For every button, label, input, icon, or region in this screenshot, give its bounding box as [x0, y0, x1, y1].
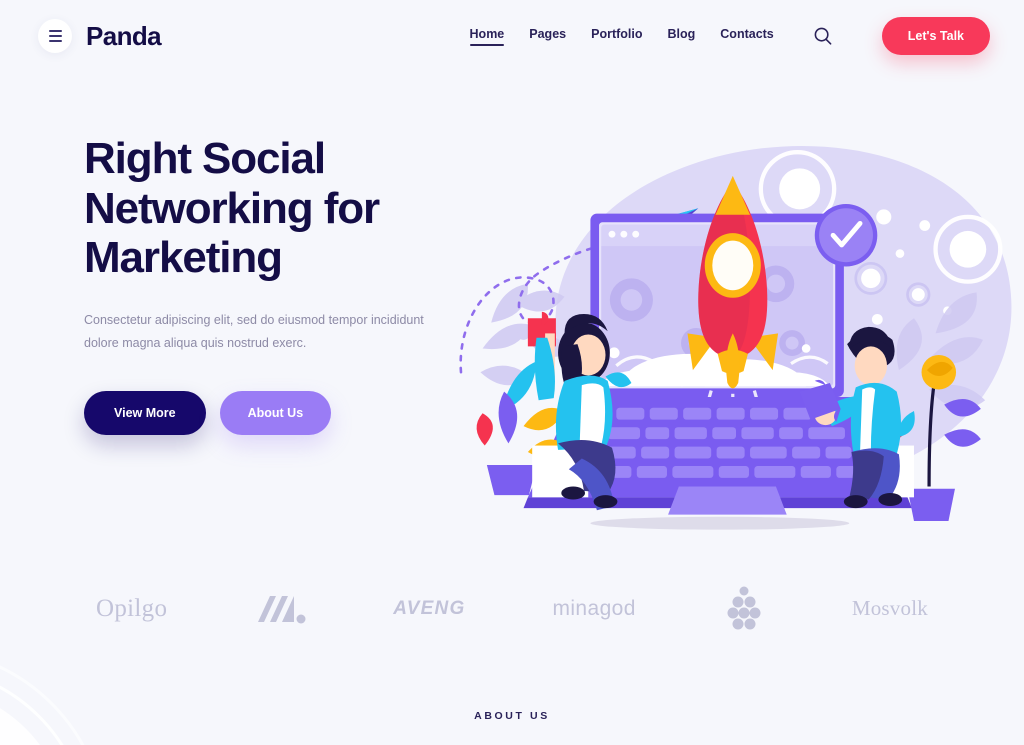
laptop-trackpad — [668, 486, 787, 515]
dot-cluster-icon — [727, 586, 761, 630]
shoe — [843, 495, 868, 509]
about-us-eyebrow: ABOUT US — [474, 709, 550, 722]
hamburger-bar — [48, 40, 62, 42]
tshirt — [850, 382, 902, 455]
hamburger-bar — [48, 30, 62, 32]
shoe — [561, 486, 586, 500]
hero-copy: Right Social Networking for Marketing Co… — [0, 134, 430, 436]
face — [854, 346, 888, 386]
hero-section: Right Social Networking for Marketing Co… — [0, 72, 1024, 532]
plant-pot-left — [486, 464, 537, 496]
hero-actions: View More About Us — [84, 391, 430, 436]
lets-talk-button[interactable]: Let's Talk — [881, 17, 990, 55]
check-badge-icon — [814, 203, 878, 267]
shirt — [579, 383, 606, 446]
client-logo-m-mark[interactable] — [254, 586, 306, 632]
brand-area: Panda — [38, 19, 162, 53]
view-more-button[interactable]: View More — [84, 391, 206, 436]
client-logo-opilgo[interactable]: Opilgo — [96, 586, 167, 632]
nav-item-blog[interactable]: Blog — [668, 27, 696, 45]
client-logo-minagod[interactable]: minagod — [552, 586, 635, 632]
client-logo-aveng[interactable]: AVENG — [393, 586, 465, 632]
nav-item-pages[interactable]: Pages — [529, 27, 566, 45]
client-logo-mosvolk[interactable]: Mosvolk — [852, 586, 928, 632]
rocket-launch-laptop-illustration — [420, 122, 1024, 532]
about-us-button[interactable]: About Us — [219, 391, 332, 436]
main-navigation: Home Pages Portfolio Blog Contacts Let's… — [469, 17, 990, 55]
client-logo-dot-cluster[interactable] — [723, 586, 765, 632]
hero-subtitle: Consectetur adipiscing elit, sed do eius… — [84, 313, 424, 351]
shoe — [878, 493, 903, 506]
client-logo-strip: Opilgo AVENG minagod Mosvolk — [0, 586, 1024, 632]
about-us-section: ABOUT US — [0, 710, 1024, 722]
site-header: Panda Home Pages Portfolio Blog Contacts… — [0, 0, 1024, 72]
nav-item-portfolio[interactable]: Portfolio — [591, 27, 642, 45]
hamburger-icon[interactable] — [38, 19, 72, 53]
plant-pot-right — [907, 488, 955, 522]
laptop-shadow — [590, 516, 850, 530]
shoe — [593, 495, 618, 509]
search-icon[interactable] — [809, 22, 837, 50]
nav-item-contacts[interactable]: Contacts — [720, 27, 773, 45]
m-mark-icon — [258, 595, 306, 624]
page-title: Right Social Networking for Marketing — [84, 134, 380, 283]
nav-item-home[interactable]: Home — [469, 27, 504, 46]
brand-logo-text[interactable]: Panda — [86, 21, 162, 52]
hamburger-bar — [48, 35, 62, 37]
